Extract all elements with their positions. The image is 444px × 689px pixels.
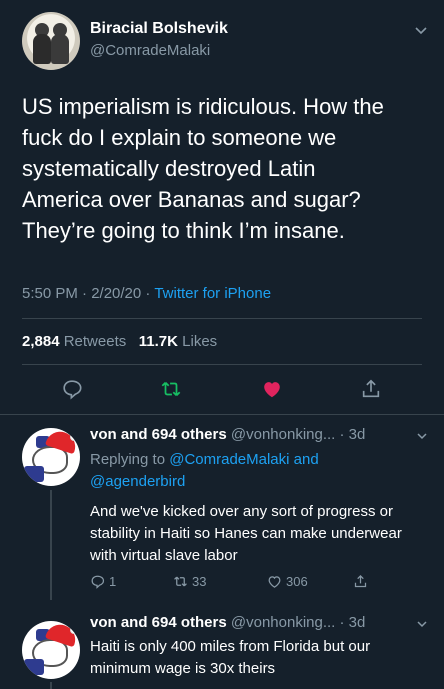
share-icon [354,574,367,587]
reply-count: 1 [109,573,117,589]
retweet-icon [174,576,187,586]
mention-link[interactable]: @agenderbird [90,473,185,490]
reply-header: von and 694 others @vonhonking... · 3d [90,614,365,631]
reply-actions: 1 33 306 [90,572,430,590]
reply-handle-time[interactable]: @vonhonking... · 3d [231,614,365,631]
retweet-icon[interactable] [160,378,182,400]
divider [0,414,444,415]
reply-button[interactable]: 1 [90,572,116,590]
avatar[interactable] [22,428,80,486]
timestamp: 5:50 PM · 2/20/20 · [22,285,155,302]
retweet-stat[interactable]: 2,884 Retweets [22,333,126,350]
share-button[interactable] [353,572,368,590]
replying-to: Replying to @ComradeMalaki and @agenderbi… [90,451,319,490]
chevron-down-icon[interactable] [416,431,428,441]
display-name[interactable]: Biracial Bolshevik [90,20,228,38]
share-icon[interactable] [360,378,382,400]
reply-icon [91,575,105,589]
retweet-button[interactable]: 33 [173,572,206,590]
divider [22,364,422,365]
reply-header: von and 694 others @vonhonking... · 3d [90,426,365,443]
tweet-actions [0,378,444,402]
reply-icon[interactable] [61,378,83,400]
like-count: 306 [286,573,308,589]
reply-handle-time[interactable]: @vonhonking... · 3d [231,426,365,443]
avatar[interactable] [22,621,80,679]
chevron-down-icon[interactable] [414,25,428,37]
retweet-count: 33 [192,573,207,589]
user-handle[interactable]: @ComradeMalaki [90,42,210,59]
chevron-down-icon[interactable] [416,619,428,629]
heart-icon[interactable] [261,378,283,400]
mention-link[interactable]: @ComradeMalaki [169,451,289,468]
like-stat[interactable]: 11.7K Likes [139,333,217,350]
reply-display-name[interactable]: von and 694 others [90,426,227,443]
reply-display-name[interactable]: von and 694 others [90,614,227,631]
engagement-stats: 2,884 Retweets 11.7K Likes [22,333,217,350]
reply-text: Haiti is only 400 miles from Florida but… [90,638,371,677]
thread-line [50,682,52,689]
avatar[interactable] [22,12,80,70]
source-link[interactable]: Twitter for iPhone [154,285,271,302]
divider [22,318,422,319]
thread-line [50,490,52,600]
tweet-meta: 5:50 PM · 2/20/20 · Twitter for iPhone [22,285,271,302]
like-button[interactable]: 306 [267,572,308,590]
reply-text: And we've kicked over any sort of progre… [90,503,402,564]
tweet-text: US imperialism is ridiculous. How the fu… [22,94,384,243]
heart-icon [268,575,281,588]
